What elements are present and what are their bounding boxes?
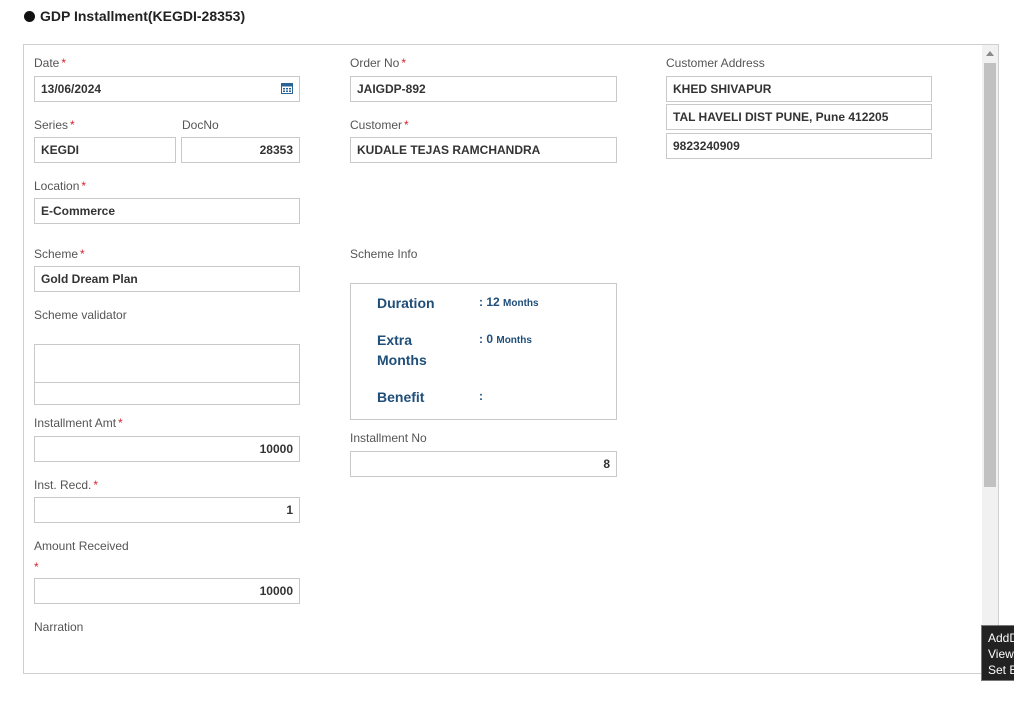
duration-value: : 12 Months: [479, 295, 539, 309]
extra-months-key-line2: Months: [377, 352, 427, 368]
series-label: Series *: [34, 118, 75, 132]
duration-key: Duration: [377, 295, 435, 311]
extra-months-key-line1: Extra: [377, 332, 413, 348]
scheme-info-label: Scheme Info: [350, 247, 418, 261]
benefit-value: :: [479, 389, 483, 403]
amount-received-required: *: [34, 560, 39, 574]
tooltip-line-2: View: [988, 647, 1014, 661]
dialog-title-text: GDP Installment(KEGDI-28353): [40, 8, 246, 24]
address-line1-field[interactable]: KHED SHIVAPUR: [666, 76, 932, 102]
location-label: Location *: [34, 179, 87, 193]
inst-recd-field[interactable]: 1: [34, 497, 300, 523]
scheme-label: Scheme *: [34, 247, 85, 261]
scheme-field[interactable]: Gold Dream Plan: [34, 266, 300, 292]
amount-received-field[interactable]: 10000: [34, 578, 300, 604]
docno-field[interactable]: 28353: [181, 137, 300, 163]
date-value: 13/06/2024: [41, 82, 102, 96]
scheme-validator-label: Scheme validator: [34, 308, 127, 322]
customer-address-label: Customer Address: [666, 56, 765, 70]
address-line2-field[interactable]: TAL HAVELI DIST PUNE, Pune 412205: [666, 104, 932, 130]
installment-amt-label: Installment Amt *: [34, 416, 123, 430]
phone-field[interactable]: 9823240909: [666, 133, 932, 159]
scheme-info-box: Duration : 12 Months Extra Months : 0 Mo…: [350, 283, 617, 420]
order-no-label: Order No *: [350, 56, 407, 70]
date-label: Date *: [34, 56, 67, 70]
scheme-validator-input[interactable]: [34, 344, 300, 383]
customer-field[interactable]: KUDALE TEJAS RAMCHANDRA: [350, 137, 617, 163]
docno-label: DocNo: [182, 118, 219, 132]
narration-label: Narration: [34, 620, 84, 634]
scheme-validator-footer: [34, 383, 300, 405]
dialog-title: GDP Installment(KEGDI-28353): [24, 8, 245, 24]
extra-months-value: : 0 Months: [479, 332, 532, 346]
series-field[interactable]: KEGDI: [34, 137, 176, 163]
location-field[interactable]: E-Commerce: [34, 198, 300, 224]
inst-recd-label: Inst. Recd. *: [34, 478, 99, 492]
customer-label: Customer *: [350, 118, 409, 132]
vertical-scrollbar[interactable]: [982, 45, 998, 673]
calendar-icon[interactable]: [281, 82, 293, 94]
date-field[interactable]: 13/06/2024: [34, 76, 300, 102]
installment-no-field[interactable]: 8: [350, 451, 617, 477]
tooltip-line-3: Set B: [988, 663, 1014, 677]
bullet-icon: [24, 10, 35, 22]
scrollbar-thumb[interactable]: [984, 63, 996, 487]
form-panel: Date * 13/06/2024 Series * KEGDI DocNo 283…: [23, 44, 999, 674]
context-tooltip: AddD View Set B: [981, 625, 1014, 681]
installment-no-label: Installment No: [350, 431, 427, 445]
tooltip-line-1: AddD: [988, 631, 1014, 645]
amount-received-label: Amount Received: [34, 539, 129, 553]
benefit-key: Benefit: [377, 389, 425, 405]
installment-amt-field[interactable]: 10000: [34, 436, 300, 462]
order-no-field[interactable]: JAIGDP-892: [350, 76, 617, 102]
scroll-up-icon[interactable]: [986, 51, 994, 56]
